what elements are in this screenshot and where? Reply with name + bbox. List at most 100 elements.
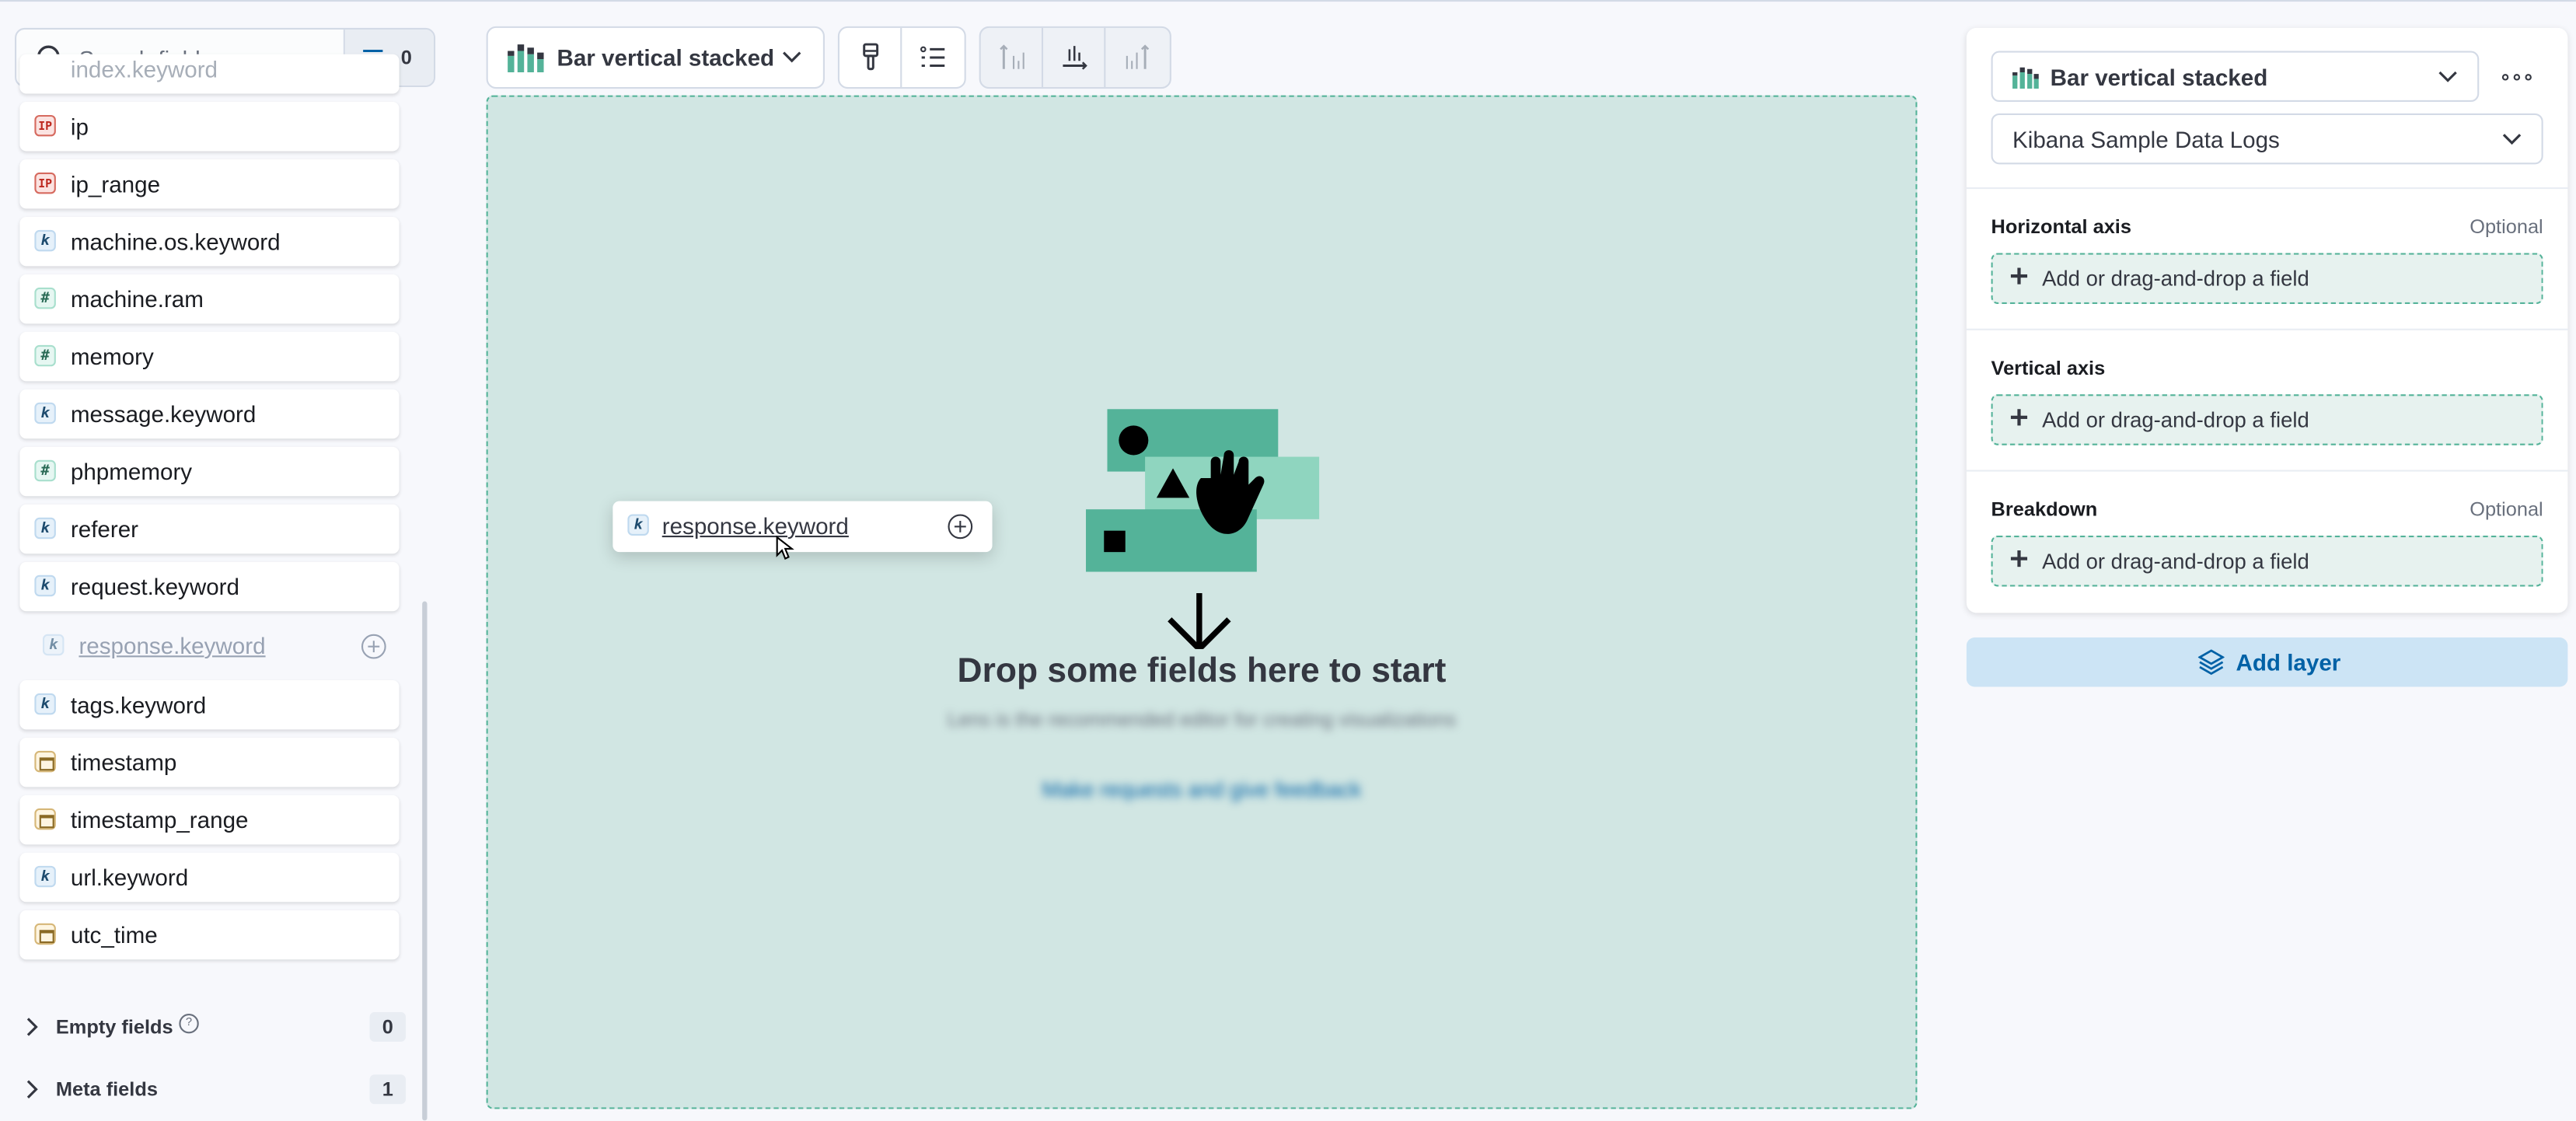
meta-fields-accordion[interactable]: Meta fields 1	[19, 1073, 407, 1109]
layers-icon	[2197, 649, 2225, 676]
workspace-drop-zone[interactable]: Drop some fields here to start Lens is t…	[486, 95, 1918, 1109]
field-item[interactable]: IP ip_range	[19, 159, 400, 209]
vertical-axis-label: Vertical axis	[1991, 356, 2106, 380]
field-item[interactable]: utc_time	[19, 910, 400, 960]
vertical-axis-drop-zone[interactable]: Add or drag-and-drop a field	[1991, 394, 2543, 445]
bar-chart-icon	[2012, 67, 2039, 89]
drop-zone-subtitle: Lens is the recommended editor for creat…	[947, 707, 1457, 732]
number-type-icon: #	[34, 287, 56, 309]
field-item[interactable]: IP ip	[19, 102, 400, 152]
field-name: ip	[70, 113, 89, 140]
field-name: index.keyword	[70, 55, 218, 82]
horizontal-axis-drop-zone[interactable]: Add or drag-and-drop a field	[1991, 253, 2543, 304]
vertical-axis-placeholder: Add or drag-and-drop a field	[2042, 407, 2309, 432]
field-item-dragging-placeholder[interactable]: k response.keyword	[19, 620, 402, 672]
keyword-type-icon: k	[34, 229, 56, 252]
bottom-axis-button[interactable]	[1043, 27, 1106, 88]
toolbar-style-group	[837, 26, 966, 89]
keyword-type-icon: k	[34, 693, 56, 715]
breakdown-drop-zone[interactable]: Add or drag-and-drop a field	[1991, 536, 2543, 587]
keyword-type-icon: k	[34, 517, 56, 540]
field-name: utc_time	[70, 921, 158, 948]
list-icon	[920, 46, 945, 68]
meta-fields-label: Meta fields	[55, 1077, 158, 1102]
field-name: url.keyword	[70, 864, 189, 891]
field-name: memory	[70, 343, 154, 370]
data-view-label: Kibana Sample Data Logs	[2012, 126, 2280, 153]
field-item[interactable]: # machine.ram	[19, 274, 400, 324]
feedback-link[interactable]: Make requests and give feedback	[488, 777, 1916, 802]
chevron-right-icon	[26, 1018, 38, 1036]
field-item[interactable]: timestamp	[19, 737, 400, 787]
empty-fields-accordion[interactable]: Empty fields ? 0	[19, 1011, 407, 1046]
paintbrush-icon	[863, 43, 879, 71]
field-item[interactable]: timestamp_range	[19, 794, 400, 845]
dragging-field-chip[interactable]: k response.keyword	[613, 501, 993, 553]
legend-settings-button[interactable]	[902, 28, 964, 87]
layer-config-panel: Bar vertical stacked Kibana Sample Data …	[1966, 27, 2568, 613]
field-name: machine.os.keyword	[70, 228, 281, 255]
field-item[interactable]: k machine.os.keyword	[19, 216, 400, 267]
right-axis-icon	[1126, 44, 1150, 69]
visual-options-button[interactable]	[839, 27, 902, 88]
ip-type-icon: IP	[34, 114, 56, 137]
field-name: timestamp_range	[70, 806, 249, 833]
chevron-down-icon	[783, 51, 801, 63]
ip-type-icon: IP	[34, 172, 56, 194]
horizontal-axis-label: Horizontal axis	[1991, 215, 2131, 239]
divider	[1966, 328, 2568, 330]
data-view-select[interactable]: Kibana Sample Data Logs	[1991, 113, 2543, 165]
horizontal-axis-optional: Optional	[2470, 215, 2543, 239]
number-type-icon: #	[34, 344, 56, 367]
toolbar-axis-group	[979, 26, 1171, 89]
date-type-icon	[34, 750, 56, 773]
left-axis-button[interactable]	[981, 27, 1044, 88]
left-axis-icon	[1000, 44, 1024, 69]
bar-chart-icon	[508, 44, 544, 72]
date-type-icon	[34, 808, 56, 830]
field-name: message.keyword	[70, 400, 257, 428]
field-item[interactable]: # memory	[19, 331, 400, 382]
chevron-down-icon	[2502, 134, 2522, 145]
dot	[2513, 74, 2521, 81]
top-border	[0, 0, 2576, 2]
field-name: request.keyword	[70, 573, 239, 600]
right-axis-button[interactable]	[1105, 28, 1168, 87]
layer-chart-type-select[interactable]: Bar vertical stacked	[1991, 51, 2480, 103]
chevron-down-icon	[2438, 71, 2457, 82]
add-layer-button[interactable]: Add layer	[1966, 637, 2568, 687]
keyword-type-icon: k	[627, 514, 649, 536]
keyword-type-icon: k	[34, 402, 56, 424]
divider	[1966, 187, 2568, 190]
field-name: phpmemory	[70, 458, 193, 485]
number-type-icon: #	[34, 459, 56, 482]
chart-type-label: Bar vertical stacked	[557, 44, 775, 71]
dot	[2525, 74, 2532, 81]
field-item[interactable]: k request.keyword	[19, 561, 400, 612]
layer-actions-button[interactable]	[2501, 62, 2532, 92]
field-item[interactable]: index.keyword	[19, 54, 400, 94]
chart-type-switcher[interactable]: Bar vertical stacked	[486, 26, 825, 89]
field-item[interactable]: k url.keyword	[19, 852, 400, 903]
field-item[interactable]: k message.keyword	[19, 389, 400, 439]
field-name: ip_range	[70, 170, 161, 197]
field-name: tags.keyword	[70, 691, 207, 718]
dragging-field-name: response.keyword	[661, 512, 849, 540]
sidebar-scrollbar[interactable]	[422, 601, 428, 1121]
field-item[interactable]: k tags.keyword	[19, 679, 400, 730]
plus-icon	[2010, 550, 2028, 567]
horizontal-axis-placeholder: Add or drag-and-drop a field	[2042, 266, 2309, 292]
field-item[interactable]: k referer	[19, 504, 400, 554]
field-item[interactable]: # phpmemory	[19, 446, 400, 497]
keyword-type-icon: k	[34, 574, 56, 597]
add-field-icon[interactable]	[948, 514, 973, 540]
filter-count: 0	[400, 46, 412, 69]
add-layer-label: Add layer	[2236, 648, 2341, 676]
dot	[2501, 74, 2509, 81]
empty-fields-count: 0	[369, 1011, 407, 1042]
breakdown-placeholder: Add or drag-and-drop a field	[2042, 548, 2309, 574]
field-name: response.keyword	[79, 632, 266, 659]
question-icon[interactable]: ?	[179, 1014, 199, 1034]
empty-fields-label: Empty fields	[55, 1015, 173, 1039]
add-field-icon[interactable]	[361, 634, 386, 659]
